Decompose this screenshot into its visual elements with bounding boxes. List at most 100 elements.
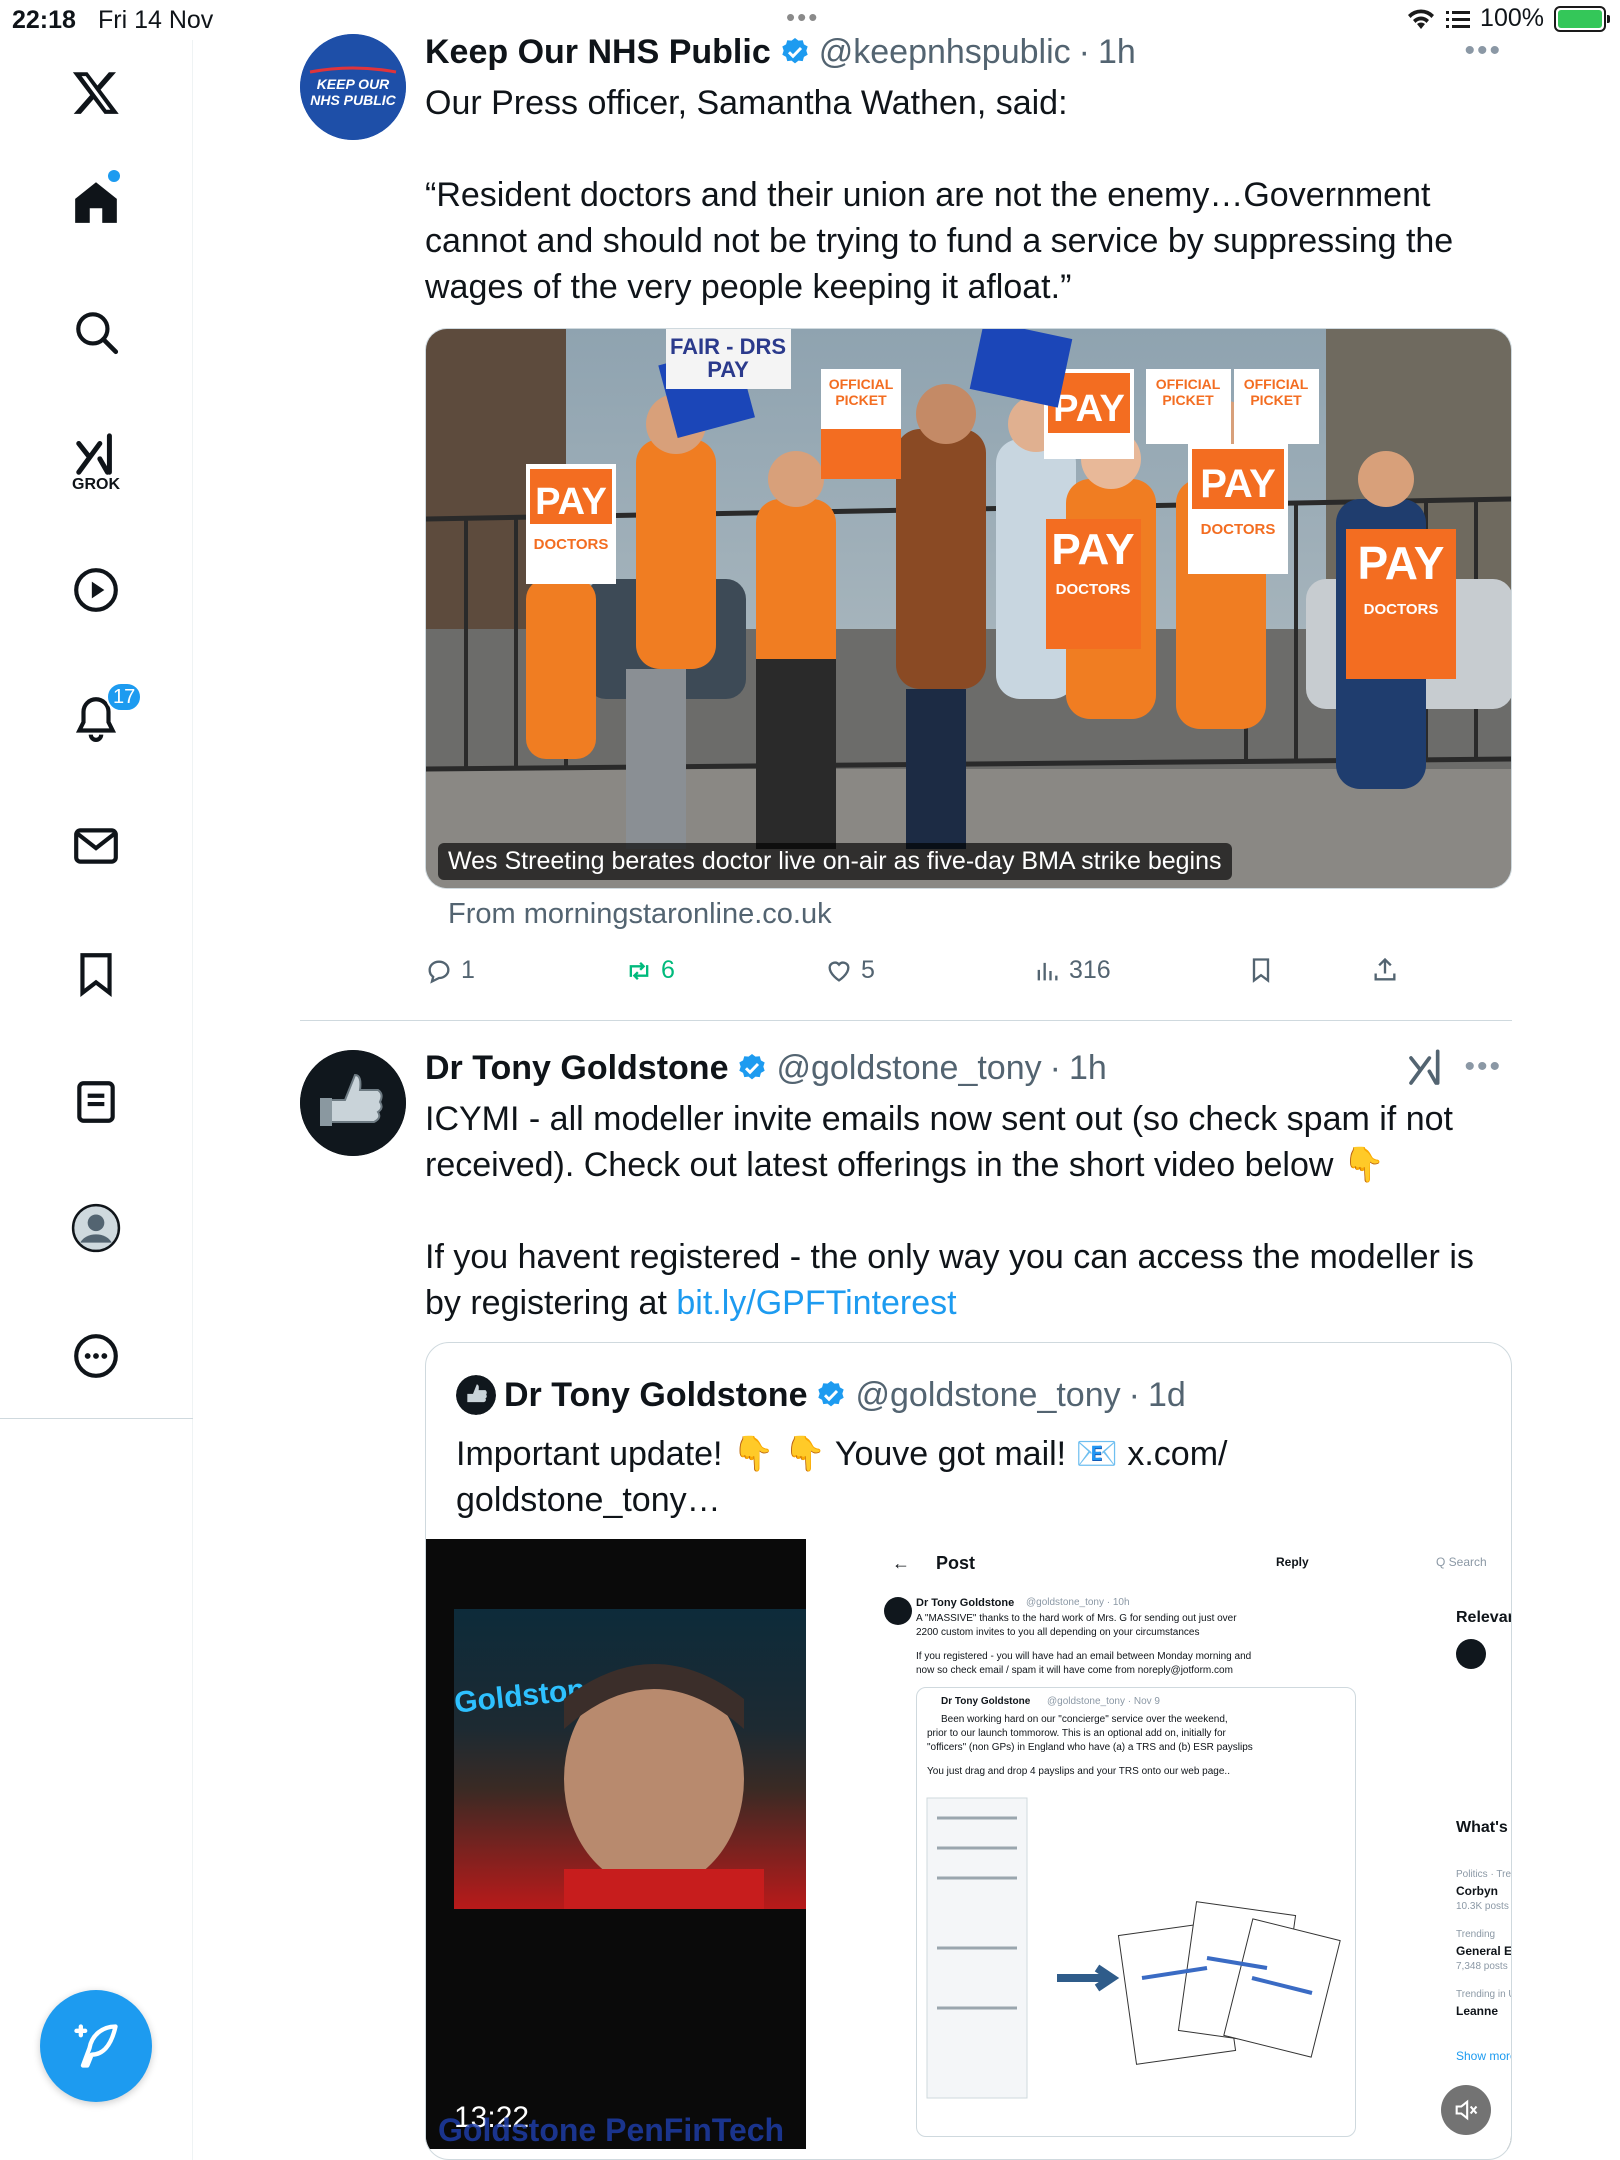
- screen-trend-2-posts: 7,348 posts: [1456, 1961, 1508, 1972]
- screen-trend-1: Corbyn: [1456, 1884, 1498, 1898]
- screen-author-handle: @goldstone_tony · 10h: [1026, 1597, 1130, 1608]
- keep-our-nhs-public-logo: KEEP OUR NHS PUBLIC: [300, 34, 406, 140]
- share-button[interactable]: [1371, 956, 1399, 984]
- svg-text:DOCTORS: DOCTORS: [1364, 601, 1439, 618]
- svg-text:DOCTORS: DOCTORS: [1056, 581, 1131, 598]
- screen-inner-2: prior to our launch tommorow. This is an…: [927, 1728, 1226, 1739]
- video-icon[interactable]: [58, 552, 134, 628]
- screen-trend-1-posts: 10.3K posts: [1456, 1901, 1509, 1912]
- battery-icon: [1554, 5, 1610, 32]
- post-more-icon[interactable]: •••: [1464, 1050, 1502, 1084]
- screen-line-3: If you registered - you will have had an…: [916, 1651, 1252, 1662]
- bookmarks-icon[interactable]: [58, 936, 134, 1012]
- screen-title: Post: [936, 1553, 976, 1573]
- repost-button[interactable]: 6: [625, 956, 675, 985]
- avatar-keepnhspublic[interactable]: KEEP OUR NHS PUBLIC: [300, 34, 406, 140]
- video-player[interactable]: Goldstone 13:22 Goldstone PenFinTech ← P…: [426, 1539, 1512, 2149]
- post-header: Keep Our NHS Public @keepnhspublic · 1h: [425, 30, 1136, 74]
- more-options-icon[interactable]: [58, 1318, 134, 1394]
- thumbs-up-robot-avatar: [300, 1050, 406, 1156]
- like-count: 5: [861, 956, 875, 984]
- sidebar-divider: [0, 1418, 193, 1419]
- screen-trend-1-category: Politics · Tren: [1456, 1869, 1512, 1880]
- screen-back-icon: ←: [892, 1553, 910, 1573]
- post-actions: 1 6 5 316: [425, 956, 1425, 996]
- svg-text:PICKET: PICKET: [1162, 392, 1214, 408]
- svg-text:OFFICIAL: OFFICIAL: [829, 376, 894, 392]
- repost-icon: [629, 961, 649, 980]
- screen-trend-3: Leanne: [1456, 2004, 1499, 2018]
- screen-trend-2: General Ele: [1456, 1944, 1512, 1958]
- svg-text:NHS PUBLIC: NHS PUBLIC: [310, 92, 396, 108]
- multitasking-dots-icon[interactable]: •••: [786, 2, 819, 33]
- screen-relevant: Relevan: [1456, 1609, 1512, 1626]
- grok-icon[interactable]: GROK: [58, 424, 134, 500]
- mute-button[interactable]: [1441, 2085, 1491, 2135]
- svg-text:DOCTORS: DOCTORS: [534, 536, 609, 553]
- post-more-icon[interactable]: •••: [1464, 34, 1502, 68]
- screen-trend-3-category: Trending in U: [1456, 1989, 1512, 2000]
- author-handle[interactable]: @goldstone_tony: [776, 1049, 1041, 1088]
- screen-inner-3: "officers" (non GPs) in England who have…: [927, 1742, 1253, 1753]
- svg-text:KEEP OUR: KEEP OUR: [317, 76, 390, 92]
- views-icon: [1037, 962, 1058, 980]
- messages-icon[interactable]: [58, 808, 134, 884]
- quoted-post[interactable]: Dr Tony Goldstone @goldstone_tony · 1d I…: [425, 1342, 1512, 2160]
- svg-text:PAY: PAY: [1051, 525, 1134, 574]
- like-button[interactable]: 5: [825, 956, 875, 985]
- bookmark-icon: [1252, 958, 1270, 983]
- bookmark-button[interactable]: [1247, 956, 1275, 984]
- svg-text:DOCTORS: DOCTORS: [1201, 521, 1276, 538]
- notifications-icon[interactable]: 17: [58, 680, 143, 756]
- link-card-caption: Wes Streeting berates doctor live on-air…: [438, 843, 1232, 880]
- author-name[interactable]: Dr Tony Goldstone: [425, 1049, 728, 1088]
- svg-text:PICKET: PICKET: [835, 392, 887, 408]
- post-time[interactable]: 1h: [1069, 1049, 1107, 1088]
- svg-text:PAY: PAY: [1053, 388, 1125, 430]
- svg-text:FAIR - DRS: FAIR - DRS: [670, 334, 786, 359]
- focus-list-icon: [1446, 10, 1471, 28]
- avatar-goldstone-tony[interactable]: [300, 1050, 406, 1156]
- screen-whats-happening: What's h: [1456, 1819, 1511, 1836]
- lists-icon[interactable]: [58, 1064, 134, 1140]
- author-handle[interactable]: @keepnhspublic: [819, 33, 1071, 72]
- screen-search: Q Search: [1436, 1555, 1487, 1569]
- post-text: ICYMI - all modeller invite emails now s…: [425, 1096, 1510, 1326]
- svg-text:PAY: PAY: [707, 357, 749, 382]
- post-link[interactable]: bit.ly/GPFTinterest: [676, 1284, 956, 1322]
- screen-inner-4: You just drag and drop 4 payslips and yo…: [927, 1766, 1230, 1777]
- profile-avatar-icon[interactable]: [58, 1190, 134, 1266]
- link-card-source[interactable]: From morningstaronline.co.uk: [448, 898, 832, 931]
- svg-text:PICKET: PICKET: [1250, 392, 1302, 408]
- quoted-post-header: Dr Tony Goldstone @goldstone_tony · 1d: [456, 1373, 1186, 1417]
- quoted-author-handle: @goldstone_tony: [855, 1375, 1121, 1414]
- views-button[interactable]: 316: [1033, 956, 1111, 985]
- screen-inner-author: Dr Tony Goldstone: [941, 1696, 1031, 1707]
- verified-badge-icon: [782, 38, 808, 64]
- battery-percent: 100%: [1480, 4, 1544, 32]
- muted-speaker-icon: [1455, 2099, 1478, 2121]
- repost-count: 6: [661, 956, 675, 984]
- search-icon[interactable]: [58, 294, 134, 370]
- heart-icon: [828, 960, 850, 982]
- x-logo-icon[interactable]: [58, 54, 134, 130]
- post-time[interactable]: 1h: [1098, 33, 1136, 72]
- author-name[interactable]: Keep Our NHS Public: [425, 33, 771, 72]
- header-separator: ·: [1049, 1048, 1061, 1087]
- grok-explain-icon[interactable]: [1406, 1048, 1446, 1088]
- reply-button[interactable]: 1: [425, 956, 475, 985]
- compose-post-button[interactable]: [40, 1990, 152, 2102]
- post-goldstone-tony[interactable]: Dr Tony Goldstone @goldstone_tony · 1h •…: [300, 1046, 1512, 2160]
- verified-badge-icon: [739, 1054, 766, 1080]
- quoted-separator: ·: [1128, 1375, 1140, 1414]
- post-keepnhspublic[interactable]: KEEP OUR NHS PUBLIC Keep Our NHS Public …: [300, 30, 1512, 1020]
- post-header: Dr Tony Goldstone @goldstone_tony · 1h: [425, 1046, 1107, 1090]
- reply-icon: [428, 960, 450, 984]
- quoted-text: Important update! 👇 👇 Youve got mail! 📧 …: [456, 1435, 1228, 1519]
- post-text: Our Press officer, Samantha Wathen, said…: [425, 84, 1454, 306]
- header-separator: ·: [1078, 32, 1090, 71]
- home-icon[interactable]: [58, 164, 134, 240]
- link-card-image[interactable]: PAY DOCTORS OFFICIAL PICKET PAY PAY DOCT…: [425, 328, 1512, 889]
- svg-text:PAY: PAY: [1358, 537, 1445, 589]
- reply-count: 1: [461, 956, 475, 984]
